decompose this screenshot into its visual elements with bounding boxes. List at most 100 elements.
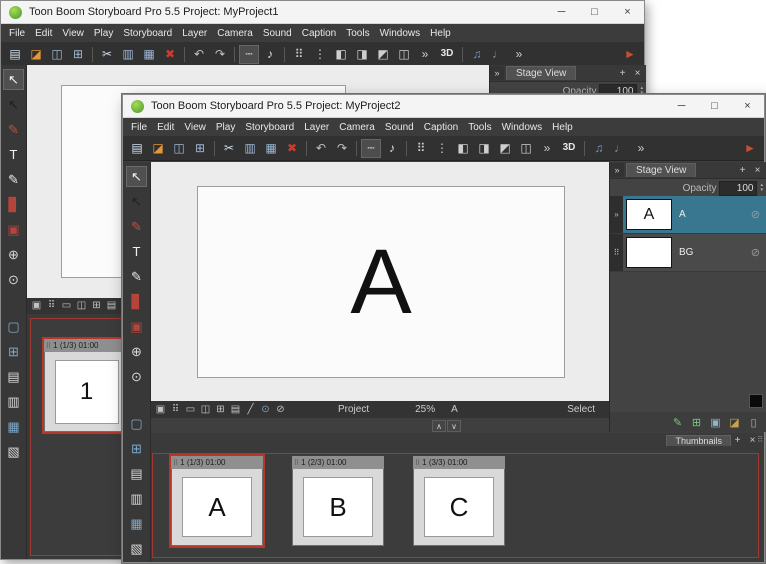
panel-collapse-icon[interactable]: » [610,163,624,177]
add-view-button[interactable]: + [616,67,629,80]
panel-grip-icon[interactable]: ⠿ [173,459,178,467]
opacity-spinner[interactable]: ▴ ▾ [760,183,763,193]
cut-icon[interactable]: ✂ [219,139,239,158]
storyboard-panel[interactable]: ⠿ 1 (3/3) 01:00 C [413,456,505,546]
add-view-button[interactable]: + [736,164,749,177]
pencil-tool-icon[interactable]: ✎ [3,119,24,140]
redo-icon[interactable]: ↷ [210,45,230,64]
pencil-tool-icon[interactable]: ✎ [126,216,147,237]
proportion-grid-icon[interactable]: ▤ [228,403,243,417]
audio-playback-icon[interactable]: ♩ [488,45,508,64]
safe-area-icon[interactable]: ▭ [59,299,74,313]
menu-item[interactable]: Windows [375,28,426,39]
toolbar-separator[interactable] [214,140,215,156]
pages-icon[interactable]: ▧ [126,538,147,559]
toolbar-separator[interactable] [234,46,235,62]
light-table-icon[interactable]: ⊘ [273,403,288,417]
layer-visibility-icon[interactable]: ⊘ [751,208,760,221]
toolbar-separator[interactable] [406,140,407,156]
brush-tool-icon[interactable]: ▊ [3,194,24,215]
panel-grip-icon[interactable]: ⠿ [46,342,51,350]
menu-item[interactable]: Camera [212,28,258,39]
menu-item[interactable]: Play [211,122,240,133]
add-panel-icon[interactable]: ▤ [126,463,147,484]
pages-icon[interactable]: ▧ [3,441,24,462]
safe-area-icon[interactable]: ▭ [183,403,198,417]
menu-item[interactable]: Windows [497,122,548,133]
storyboard-panel[interactable]: ⠿ 1 (1/3) 01:00 A [169,454,265,548]
transform-tool-icon[interactable]: ↖ [3,94,24,115]
toolbar-separator[interactable] [184,46,185,62]
minimize-button[interactable]: ─ [545,1,578,23]
menu-item[interactable]: Help [547,122,578,133]
menu-item[interactable]: Camera [334,122,380,133]
cut-icon[interactable]: ✂ [97,45,117,64]
add-bitmap-layer-icon[interactable]: ⊞ [689,415,704,430]
open-project-icon[interactable]: ◪ [26,45,46,64]
toolbar-overflow-icon[interactable]: » [415,45,435,64]
audio-playback-icon[interactable]: ♩ [610,139,630,158]
dots-icon[interactable]: ⋮ [432,139,452,158]
undo-icon[interactable]: ↶ [189,45,209,64]
layer-row[interactable]: ⠿ BG ⊘ [610,234,766,272]
close-view-button[interactable]: × [631,67,644,80]
sound-scrub-icon[interactable]: ♫ [467,45,487,64]
field-grid-icon[interactable]: ⊞ [89,299,104,313]
toolbar-overflow-icon[interactable]: » [537,139,557,158]
sound-clef-icon[interactable]: ♪ [260,45,280,64]
select-tool-icon[interactable]: ↖ [126,166,147,187]
panel-grip-icon[interactable]: ⠿ [415,459,420,467]
panel-select-icon[interactable]: ▢ [3,316,24,337]
pen-tool-icon[interactable]: ✎ [3,169,24,190]
toolbar-separator[interactable] [356,140,357,156]
menu-item[interactable]: Storyboard [240,122,299,133]
text-tool-icon[interactable]: T [3,144,24,165]
sound-scrub-icon[interactable]: ♫ [589,139,609,158]
3d-mode-icon[interactable]: 3D [436,45,458,64]
menu-item[interactable]: Storyboard [118,28,177,39]
brush-tool-icon[interactable]: ▊ [126,291,147,312]
close-button[interactable]: × [731,95,764,117]
tab-thumbnails[interactable]: Thumbnails [666,435,731,446]
film-strip-icon[interactable]: ▦ [3,416,24,437]
background-color-swatch[interactable] [749,394,763,408]
delete-icon[interactable]: ✖ [282,139,302,158]
panel-view-icon[interactable]: ┄ [361,138,381,158]
add-vector-layer-icon[interactable]: ✎ [670,415,685,430]
layout-right-icon[interactable]: ◨ [352,45,372,64]
delete-icon[interactable]: ✖ [160,45,180,64]
project-selector[interactable]: Project [338,404,369,415]
save-icon[interactable]: ◫ [47,45,67,64]
menu-item[interactable]: File [4,28,30,39]
duplicate-layer-icon[interactable]: ▣ [708,415,723,430]
maximize-button[interactable]: □ [578,1,611,23]
layout-split-icon[interactable]: ◫ [394,45,414,64]
panel-collapse-icon[interactable]: » [490,66,504,80]
field-grid-icon[interactable]: ⊞ [213,403,228,417]
layer-grip-icon[interactable]: » [610,196,623,233]
collapse-down-button[interactable]: ∨ [447,420,461,432]
stamp-tool-icon[interactable]: ▣ [3,219,24,240]
collapse-up-button[interactable]: ∧ [432,420,446,432]
toolbar-separator[interactable] [284,46,285,62]
titlebar[interactable]: Toon Boom Storyboard Pro 5.5 Project: My… [123,95,764,118]
menu-item[interactable]: Sound [380,122,419,133]
onion-skin-icon[interactable]: ⊙ [258,403,273,417]
film-strip-icon[interactable]: ▦ [126,513,147,534]
camera-mask-icon[interactable]: ◫ [74,299,89,313]
tab-stage-view[interactable]: Stage View [626,163,697,177]
zoom-level[interactable]: 25% [415,404,435,415]
3d-mode-icon[interactable]: 3D [558,139,580,158]
zoom-tool-icon[interactable]: ⊙ [126,366,147,387]
delete-layer-icon[interactable]: ▯ [746,415,761,430]
menu-item[interactable]: File [126,122,152,133]
tab-stage-view[interactable]: Stage View [506,66,577,80]
menu-item[interactable]: Layer [299,122,334,133]
toolbar-separator[interactable] [462,46,463,62]
hand-tool-icon[interactable]: ⊕ [3,244,24,265]
menu-item[interactable]: Caption [419,122,463,133]
text-tool-icon[interactable]: T [126,241,147,262]
paste-icon[interactable]: ▦ [261,139,281,158]
menu-item[interactable]: View [179,122,211,133]
announcement-horn-icon[interactable]: ► [740,139,760,158]
